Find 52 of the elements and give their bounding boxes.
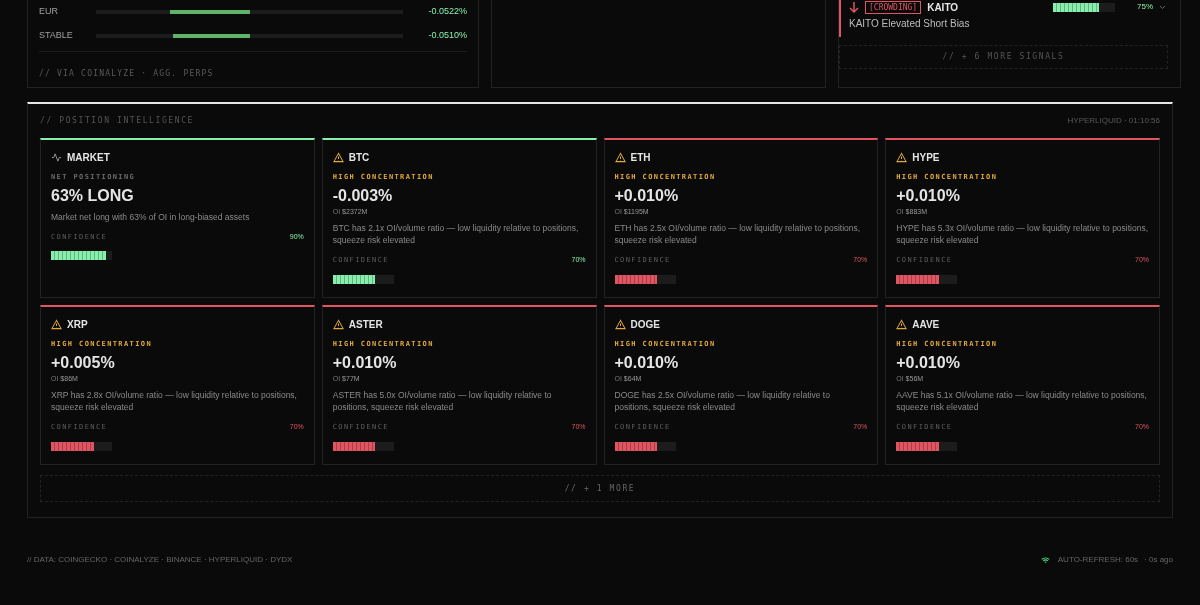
signal-symbol: KAITO [927,0,959,15]
asset-label: EUR [39,5,59,19]
card-value: 63% LONG [51,185,135,206]
card-description: HYPE has 5.3x OI/volume ratio — low liquidity relative to positions, squeeze risk elevated [896,222,1149,246]
signal-item[interactable]: [CROWDING] KAITO 75% KAITO Elevated Short Bias [839,0,1180,37]
last-updated: · 0s ago [1144,554,1173,566]
warning-icon [614,152,626,163]
card-value: +0.005% [51,352,116,373]
card-description: DOGE has 2.5x OI/volume ratio — low liquidity relative to positions, squeeze risk elevated [614,389,831,413]
source-timestamp: HYPERLIQUID · 01:10:56 [1067,115,1160,127]
card-value: +0.010% [896,185,961,206]
auto-refresh-status: AUTO-REFRESH: 60s [1057,554,1139,566]
funding-rate: -0.0522% [428,5,467,19]
down-arrow-icon [849,1,859,13]
card-value: +0.010% [614,352,680,373]
card-title: XRP [67,318,88,332]
card-description: AAVE has 5.1x OI/volume ratio — low liquidity relative to positions, squeeze risk elevated [896,389,1148,413]
card-value: -0.003% [332,185,394,206]
confidence-value: 75% [1137,1,1153,13]
card-title: ETH [630,151,651,165]
card-title: ASTER [348,318,383,332]
data-sources: // DATA: COINGECKO · COINALYZE · BINANCE · HYPERLIQUID · DYDX [27,554,293,566]
section-title: // POSITION INTELLIGENCE [40,115,194,127]
card-description: BTC has 2.1x OI/volume ratio — low liquidity relative to positions, squeeze risk elevated [332,222,580,246]
wifi-icon [1040,556,1050,564]
signal-description: KAITO Elevated Short Bias [849,17,971,31]
funding-rate: -0.0510% [428,29,467,43]
card-value: +0.010% [332,352,398,373]
card-title: AAVE [912,318,940,332]
warning-icon [332,152,344,163]
card-value: +0.010% [896,352,961,373]
warning-icon [896,152,908,163]
card-title: DOGE [630,318,660,332]
more-signals-button[interactable]: // + 6 MORE SIGNALS [839,45,1168,69]
card-title: MARKET [67,151,110,165]
asset-label: STABLE [39,29,74,43]
source-note: // VIA COINALYZE · AGG. PERPS [39,69,214,78]
card-description: ETH has 2.5x OI/volume ratio — low liquidity relative to positions, squeeze risk elevated [614,222,862,246]
card-title: BTC [348,151,370,165]
card-description: Market net long with 63% of OI in long-biased assets [51,210,251,223]
warning-icon [614,319,626,330]
card-value: +0.010% [614,185,680,206]
card-description: ASTER has 5.0x OI/volume ratio — low liquidity relative to positions, squeeze risk elevated [332,389,553,413]
card-title: HYPE [912,151,940,165]
signal-tag: [CROWDING] [865,0,922,14]
warning-icon [51,319,62,330]
card-description: XRP has 2.8x OI/volume ratio — low liquidity relative to positions, squeeze risk elevated [51,389,298,413]
show-more-button[interactable]: // + 1 MORE [40,475,1160,502]
chevron-down-icon[interactable] [1159,4,1166,10]
warning-icon [332,319,344,330]
warning-icon [896,319,908,330]
pulse-icon [51,152,62,163]
